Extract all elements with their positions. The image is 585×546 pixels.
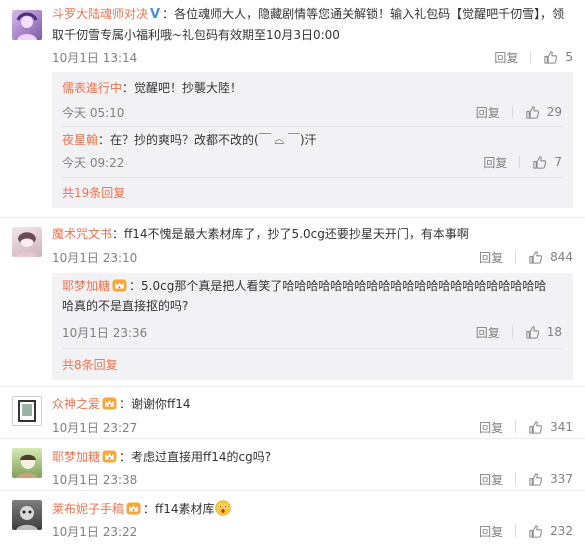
like-button[interactable]: 29 [525,105,562,120]
like-button[interactable]: 341 [528,420,573,435]
divider [511,326,513,338]
crown-badge-icon [112,279,127,292]
reply-button[interactable]: 回复 [479,419,503,436]
thumbs-up-icon [528,472,543,487]
reply-button[interactable]: 回复 [479,249,503,266]
crown-badge-icon [102,450,117,463]
divider [519,156,521,168]
like-button[interactable]: 337 [528,472,573,487]
divider [0,217,585,218]
divider [515,421,517,433]
reply-username[interactable]: 夜星翰 [62,133,98,147]
thumbs-up-icon [532,155,547,170]
comment-time: 10月1日 23:27 [52,421,138,435]
like-button[interactable]: 844 [528,250,573,265]
divider [62,126,563,127]
comment-time: 10月1日 13:14 [52,51,138,65]
divider [515,525,517,537]
comment-text: ：ff14不愧是最大素材库了，抄了5.0cg还要抄星天开门，有本事啊 [112,227,469,241]
divider [511,106,513,118]
comment-username[interactable]: 莱布妮子手稿 [52,502,124,516]
like-count: 337 [550,472,573,486]
comment-username[interactable]: 众神之爱 [52,397,100,411]
divider [530,51,532,63]
like-count: 844 [550,250,573,264]
like-count: 29 [546,105,562,119]
avatar[interactable] [12,10,42,40]
avatar[interactable] [12,396,42,426]
verified-v-icon: V [150,7,161,22]
reply-time: 今天 09:22 [62,156,125,170]
comment-time: 10月1日 23:38 [52,473,138,487]
surprised-emoji-icon [214,500,231,516]
like-button[interactable]: 18 [525,325,562,340]
like-count: 18 [546,325,562,339]
avatar[interactable] [12,448,42,478]
like-count: 341 [550,420,573,434]
reply-username[interactable]: 耶梦加糖 [62,279,110,293]
thumbs-up-icon [525,105,540,120]
divider [0,386,585,387]
avatar[interactable] [12,227,42,257]
like-button[interactable]: 5 [543,50,573,65]
divider [515,251,517,263]
like-count: 7 [554,155,562,169]
reply-time: 10月1日 23:36 [62,326,148,340]
more-replies-link[interactable]: 共19条回复 [62,184,125,201]
thumbs-up-icon [528,250,543,265]
avatar[interactable] [12,500,42,530]
divider [62,348,563,349]
divider [0,438,585,439]
comment-text: ：考虑过直接用ff14的cg吗? [119,450,272,464]
comment-username[interactable]: 耶梦加糖 [52,450,100,464]
comment-text: ：谢谢你ff14 [119,397,191,411]
reply-text: ：在？抄的爽吗？改都不改的(￣ ⌓ ￣)汗 [98,133,317,147]
comment-username[interactable]: 斗罗大陆魂师对决 [52,7,148,21]
reply-button[interactable]: 回复 [476,104,500,121]
reply-list: 耶梦加糖 ：5.0cg那个真是把人看笑了哈哈哈哈哈哈哈哈哈哈哈哈哈哈哈哈哈哈哈哈哈… [52,273,573,380]
like-button[interactable]: 7 [532,155,562,170]
thumbs-up-icon [543,50,558,65]
reply-username[interactable]: 儒表進行中 [62,81,122,95]
comment-username[interactable]: 魔术咒文书 [52,227,112,241]
reply-button[interactable]: 回复 [483,154,507,171]
reply-item: 耶梦加糖 ：5.0cg那个真是把人看笑了哈哈哈哈哈哈哈哈哈哈哈哈哈哈哈哈哈哈哈哈哈… [62,276,562,340]
comment-text: ：ff14素材库 [143,502,215,516]
comment-time: 10月1日 23:10 [52,251,138,265]
reply-button[interactable]: 回复 [479,471,503,488]
comment-time: 10月1日 23:22 [52,525,138,539]
divider [0,490,585,491]
crown-badge-icon [126,502,141,515]
reply-button[interactable]: 回复 [476,324,500,341]
reply-time: 今天 05:10 [62,106,125,120]
like-count: 5 [565,50,573,64]
divider [62,177,563,178]
reply-text: ：5.0cg那个真是把人看笑了哈哈哈哈哈哈哈哈哈哈哈哈哈哈哈哈哈哈哈哈哈哈哈真的… [62,279,547,313]
thumbs-up-icon [525,325,540,340]
divider [515,473,517,485]
like-count: 232 [550,524,573,538]
reply-button[interactable]: 回复 [479,523,503,540]
more-replies-link[interactable]: 共8条回复 [62,356,118,373]
reply-item: 儒表進行中：觉醒吧！抄襲大陸！ 今天 05:10 回复 29 [62,78,562,120]
reply-item: 夜星翰：在？抄的爽吗？改都不改的(￣ ⌓ ￣)汗 今天 09:22 回复 7 [62,130,562,170]
thumbs-up-icon [528,524,543,539]
reply-list: 儒表進行中：觉醒吧！抄襲大陸！ 今天 05:10 回复 29 夜星翰：在？抄的爽… [52,72,573,208]
crown-badge-icon [102,397,117,410]
thumbs-up-icon [528,420,543,435]
reply-button[interactable]: 回复 [494,49,518,66]
like-button[interactable]: 232 [528,524,573,539]
comment-actions: 回复 5 [494,48,573,66]
reply-text: ：觉醒吧！抄襲大陸！ [122,81,243,95]
